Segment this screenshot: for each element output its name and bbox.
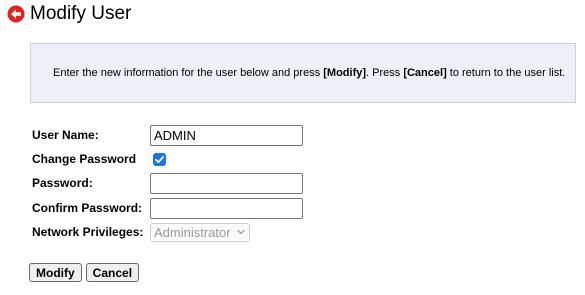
instructions-text-part: Enter the new information for the user b… [53,67,324,79]
form-buttons: Modify Cancel [29,263,143,282]
instructions-modify-keyword: [Modify] [323,67,367,79]
change-password-label: Change Password [32,152,137,166]
chevron-down-icon [237,229,245,235]
instructions-text-part: . Press [366,67,404,79]
password-label: Password: [32,176,93,190]
modify-button[interactable]: Modify [29,263,82,282]
user-name-row: User Name: [32,124,303,146]
user-name-label: User Name: [32,128,99,142]
password-row: Password: [32,172,303,194]
page-title: Modify User [30,3,132,24]
user-name-input[interactable] [150,124,303,146]
confirm-password-input[interactable] [150,197,303,219]
password-input[interactable] [150,172,303,194]
network-privileges-selected-value: Administrator [154,224,231,240]
change-password-row: Change Password [32,148,166,170]
network-privileges-select[interactable]: Administrator [150,222,250,242]
instructions-text-part: to return to the user list. [446,67,566,79]
checkmark-icon [155,155,164,163]
instructions-text: Enter the new information for the user b… [53,67,565,79]
page-header: Modify User [7,3,131,25]
instructions-box: Enter the new information for the user b… [30,43,576,103]
network-privileges-row: Network Privileges: Administrator [32,221,250,243]
network-privileges-label: Network Privileges: [32,225,144,239]
change-password-checkbox[interactable] [153,152,166,166]
cancel-button[interactable]: Cancel [85,263,140,282]
confirm-password-label: Confirm Password: [32,201,143,215]
confirm-password-row: Confirm Password: [32,197,303,219]
instructions-cancel-keyword: [Cancel] [403,67,447,79]
back-arrow-icon[interactable] [7,5,25,23]
